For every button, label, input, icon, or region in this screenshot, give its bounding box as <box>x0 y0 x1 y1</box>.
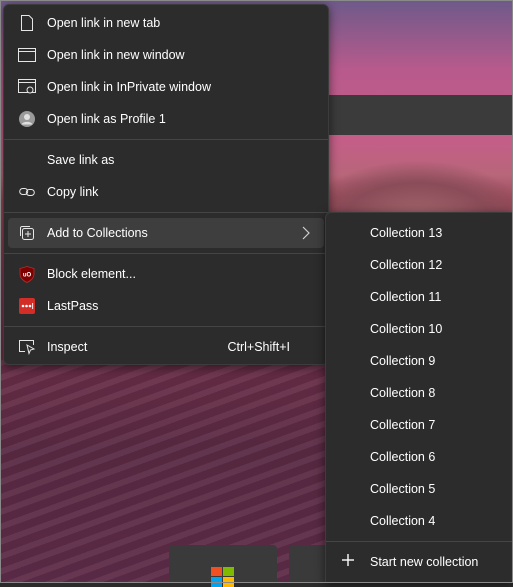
submenu-item-collection[interactable]: Collection 11 <box>326 282 512 312</box>
submenu-item-collection[interactable]: Collection 6 <box>326 442 512 472</box>
submenu-item-collection[interactable]: Collection 13 <box>326 218 512 248</box>
link-context-menu: Open link in new tab Open link in new wi… <box>3 4 329 365</box>
menu-separator <box>4 253 328 254</box>
menu-item-open-as-profile[interactable]: Open link as Profile 1 <box>8 104 324 134</box>
menu-item-label: Inspect <box>47 340 88 354</box>
collection-name: Collection 6 <box>370 450 436 464</box>
menu-separator <box>4 139 328 140</box>
menu-separator <box>4 326 328 327</box>
link-icon <box>18 183 36 201</box>
menu-item-label: Open link in new window <box>47 48 185 62</box>
menu-item-open-inprivate[interactable]: Open link in InPrivate window <box>8 72 324 102</box>
submenu-item-collection[interactable]: Collection 8 <box>326 378 512 408</box>
inspect-icon <box>18 338 36 356</box>
menu-item-label: Open link as Profile 1 <box>47 112 166 126</box>
ublock-icon: uO <box>18 265 36 283</box>
chevron-right-icon <box>302 226 310 243</box>
new-window-icon <box>18 46 36 64</box>
svg-text:uO: uO <box>23 272 32 278</box>
submenu-item-collection[interactable]: Collection 4 <box>326 506 512 536</box>
keyboard-shortcut: Ctrl+Shift+I <box>227 340 290 354</box>
profile-avatar-icon <box>18 110 36 128</box>
inprivate-window-icon <box>18 78 36 96</box>
collection-name: Collection 13 <box>370 226 443 240</box>
submenu-item-collection[interactable]: Collection 12 <box>326 250 512 280</box>
menu-separator <box>326 541 512 542</box>
taskbar-button[interactable] <box>289 545 329 583</box>
menu-item-add-to-collections[interactable]: Add to Collections <box>8 218 324 248</box>
collection-name: Collection 5 <box>370 482 436 496</box>
collections-icon <box>18 224 36 242</box>
menu-item-lastpass[interactable]: LastPass <box>8 291 324 321</box>
submenu-item-collection[interactable]: Collection 7 <box>326 410 512 440</box>
menu-item-inspect[interactable]: Inspect Ctrl+Shift+I <box>8 332 324 362</box>
menu-item-copy-link[interactable]: Copy link <box>8 177 324 207</box>
menu-item-label: Save link as <box>47 153 115 167</box>
submenu-item-collection[interactable]: Collection 10 <box>326 314 512 344</box>
browser-toolbar-strip <box>325 95 513 135</box>
plus-icon <box>341 553 355 570</box>
menu-item-label: Add to Collections <box>47 226 148 240</box>
collection-name: Collection 11 <box>370 290 442 304</box>
collections-submenu: Collection 13 Collection 12 Collection 1… <box>325 212 513 583</box>
submenu-item-collection[interactable]: Collection 9 <box>326 346 512 376</box>
collection-name: Collection 12 <box>370 258 443 272</box>
collection-name: Collection 7 <box>370 418 436 432</box>
start-new-collection-button[interactable]: Start new collection <box>326 547 512 577</box>
menu-item-label: Copy link <box>47 185 99 199</box>
menu-item-label: Open link in new tab <box>47 16 161 30</box>
menu-item-label: Open link in InPrivate window <box>47 80 211 94</box>
menu-item-open-new-tab[interactable]: Open link in new tab <box>8 8 324 38</box>
submenu-item-collection[interactable]: Collection 5 <box>326 474 512 504</box>
menu-item-block-element[interactable]: uO Block element... <box>8 259 324 289</box>
menu-item-label: LastPass <box>47 299 99 313</box>
menu-item-label: Block element... <box>47 267 136 281</box>
taskbar-start-button[interactable] <box>169 545 277 587</box>
collection-name: Collection 8 <box>370 386 436 400</box>
start-new-collection-label: Start new collection <box>370 555 479 569</box>
menu-item-open-new-window[interactable]: Open link in new window <box>8 40 324 70</box>
collection-name: Collection 4 <box>370 514 436 528</box>
lastpass-icon <box>18 297 36 315</box>
collection-name: Collection 10 <box>370 322 443 336</box>
menu-item-save-link-as[interactable]: Save link as <box>8 145 324 175</box>
windows-logo-icon <box>211 567 234 587</box>
menu-separator <box>4 212 328 213</box>
new-tab-icon <box>18 14 36 32</box>
collection-name: Collection 9 <box>370 354 436 368</box>
